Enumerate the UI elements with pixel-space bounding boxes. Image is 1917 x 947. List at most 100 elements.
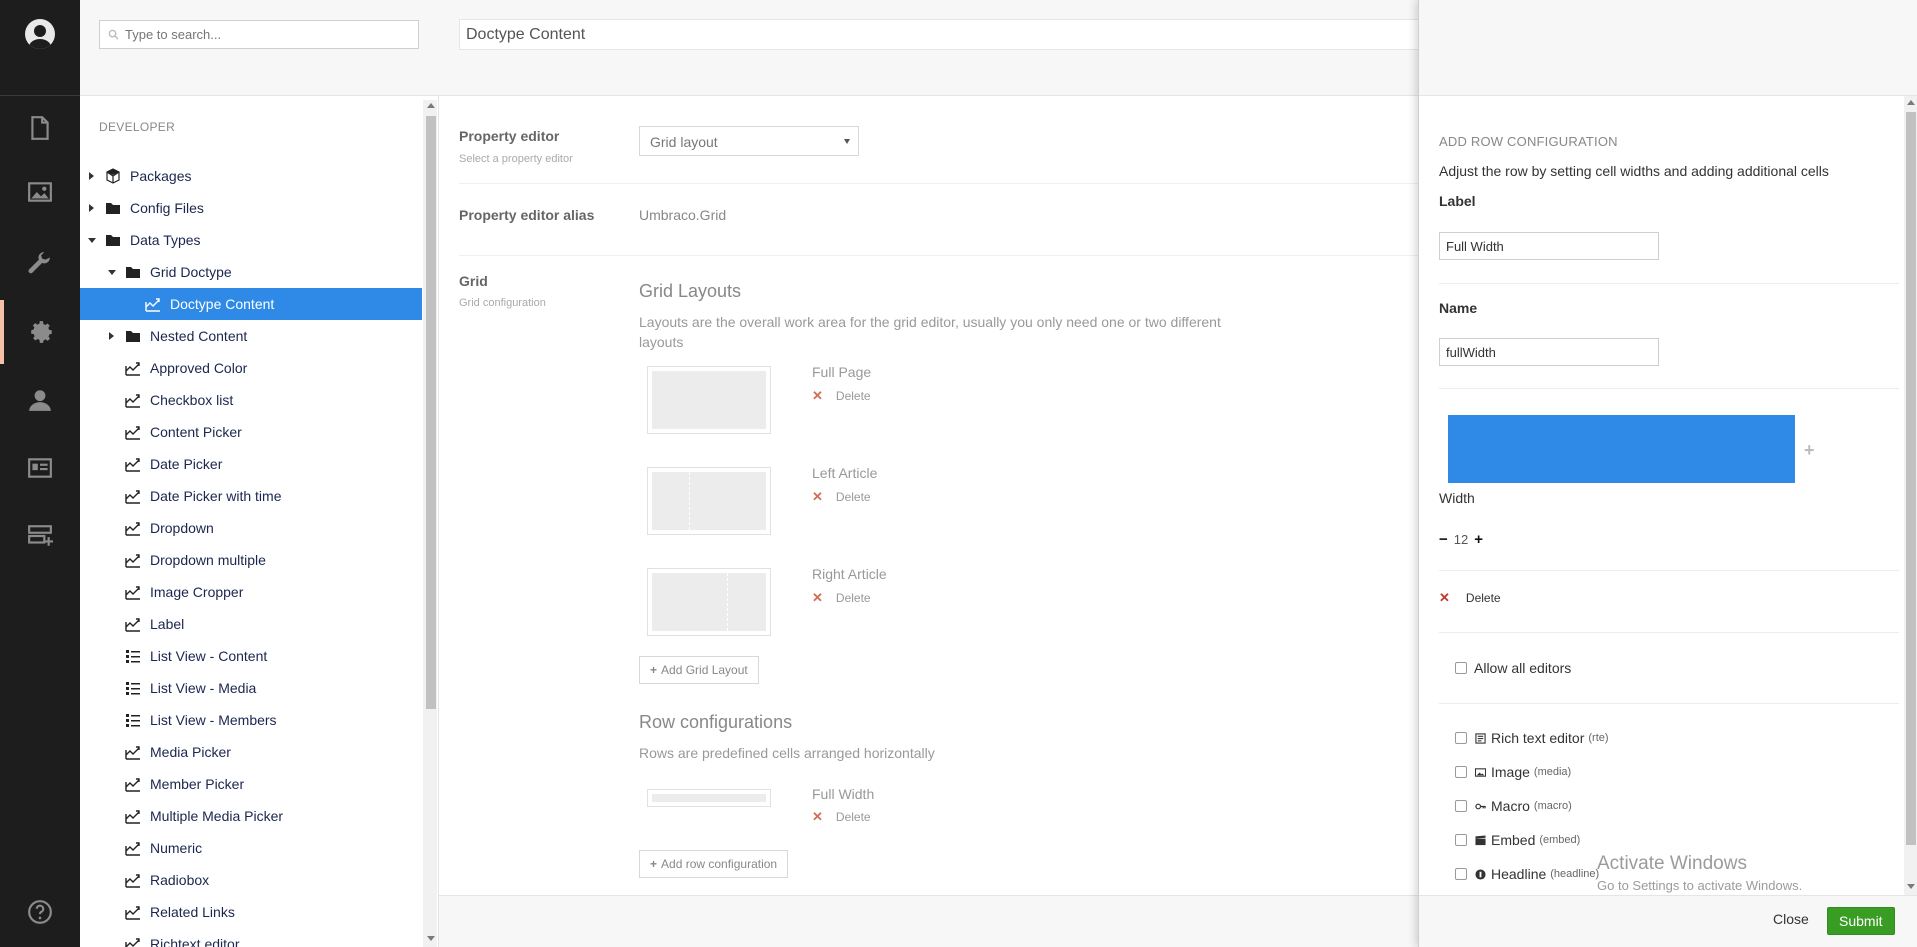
checkbox[interactable] [1455,834,1467,846]
section-settings[interactable] [0,232,80,296]
caret-right-icon[interactable] [89,204,94,212]
row-delete-button[interactable]: ✕ Delete [812,809,871,825]
layout-thumbnail-right-article[interactable] [647,568,771,636]
tree-item[interactable]: Packages [80,160,422,192]
datatype-icon [124,872,142,888]
tree-item[interactable]: Grid Doctype [80,256,422,288]
property-editor-select[interactable]: Grid layout [639,126,859,156]
tree-item[interactable]: Date Picker [80,448,422,480]
cell-delete-button[interactable]: ✕ Delete [1439,590,1501,606]
tree-item[interactable]: Config Files [80,192,422,224]
caret-right-icon[interactable] [89,172,94,180]
dialog-scrollbar[interactable] [1904,96,1917,895]
section-developer[interactable] [0,300,80,364]
dialog-scrollbar-thumb[interactable] [1906,112,1916,845]
row-thumbnail-full-width[interactable] [647,789,771,807]
grid-label: Grid [459,273,488,289]
submit-button[interactable]: Submit [1827,907,1895,935]
scroll-up-arrow-icon[interactable] [427,103,435,108]
section-users[interactable] [0,368,80,432]
tree-item[interactable]: Label [80,608,422,640]
picture-icon [1474,766,1486,778]
editor-alias: (macro) [1533,800,1572,812]
caret-down-icon[interactable] [108,270,116,275]
user-avatar[interactable] [25,19,55,49]
help-button[interactable] [0,880,80,944]
tree-item[interactable]: List View - Content [80,640,422,672]
tree-item[interactable]: List View - Members [80,704,422,736]
caret-down-icon[interactable] [88,238,96,243]
tree-item[interactable]: Date Picker with time [80,480,422,512]
tree-item[interactable]: Numeric [80,832,422,864]
caret-right-icon[interactable] [109,332,114,340]
section-forms[interactable] [0,504,80,568]
tree-item[interactable]: Data Types [80,224,422,256]
scroll-up-arrow-icon[interactable] [1907,100,1915,105]
checkbox[interactable] [1455,766,1467,778]
tree-item[interactable]: Image Cropper [80,576,422,608]
tree-item[interactable]: List View - Media [80,672,422,704]
tree-item[interactable]: Richtext editor [80,928,422,947]
add-grid-layout-button[interactable]: + Add Grid Layout [639,656,759,684]
section-members[interactable] [0,436,80,500]
datatype-icon [124,808,142,824]
tree-item[interactable]: Approved Color [80,352,422,384]
tree-item[interactable]: Related Links [80,896,422,928]
tree-item[interactable]: Dropdown multiple [80,544,422,576]
tree-item[interactable]: Radiobox [80,864,422,896]
row-cell-preview[interactable] [1448,415,1795,483]
layout-delete-button[interactable]: ✕ Delete [812,489,871,505]
tree-item-label: Date Picker [150,456,223,472]
tree-item[interactable]: Media Picker [80,736,422,768]
tree-item-label: Doctype Content [170,296,275,312]
editor-checkbox-row[interactable]: Rich text editor (rte) [1455,730,1609,746]
add-cell-plus-icon[interactable]: + [1804,440,1815,461]
tree-item[interactable]: Content Picker [80,416,422,448]
layout-thumbnail-left-article[interactable] [647,467,771,535]
layout-delete-button[interactable]: ✕ Delete [812,388,871,404]
section-content[interactable] [0,96,80,160]
datatype-icon [124,424,142,440]
editor-alias: (headline) [1550,868,1600,880]
allow-all-editors-checkbox[interactable]: Allow all editors [1455,660,1571,676]
name-field-label: Name [1439,300,1478,316]
layout-delete-button[interactable]: ✕ Delete [812,590,871,606]
datatype-icon [124,488,142,504]
checkbox[interactable] [1455,868,1467,880]
divider [1439,632,1899,633]
tree-item-label: Checkbox list [150,392,234,408]
tree-item[interactable]: Doctype Content [80,288,422,320]
checkbox[interactable] [1455,662,1467,674]
editor-checkbox-row[interactable]: Macro (macro) [1455,798,1572,814]
tree-item[interactable]: Multiple Media Picker [80,800,422,832]
search-input[interactable] [125,27,405,42]
editor-checkbox-row[interactable]: Image (media) [1455,764,1571,780]
layout-thumbnail-full-page[interactable] [647,366,771,434]
editor-checkbox-row[interactable]: Headline (headline) [1455,866,1599,882]
add-row-configuration-button[interactable]: + Add row configuration [639,850,789,878]
tree-item[interactable]: Nested Content [80,320,422,352]
datatype-name-input[interactable]: Doctype Content [459,19,1419,50]
section-media[interactable] [0,160,80,224]
plus-icon[interactable]: + [1474,531,1483,548]
name-field[interactable] [1439,338,1659,366]
scroll-down-arrow-icon[interactable] [1907,884,1915,889]
folder-icon [124,328,142,344]
editor-alias: (rte) [1588,732,1609,744]
tree-scrollbar-thumb[interactable] [426,116,436,709]
checkbox[interactable] [1455,800,1467,812]
checkbox[interactable] [1455,732,1467,744]
label-field[interactable] [1439,232,1659,260]
divider [459,183,1419,184]
tree-item-label: Content Picker [150,424,242,440]
minus-icon[interactable]: − [1439,531,1448,548]
datatype-icon [124,744,142,760]
tree-item[interactable]: Checkbox list [80,384,422,416]
editor-checkbox-row[interactable]: Embed (embed) [1455,832,1580,848]
tree-item[interactable]: Member Picker [80,768,422,800]
tree-item[interactable]: Dropdown [80,512,422,544]
datatype-editor: Doctype Content Property editor Select a… [439,0,1419,947]
close-button[interactable]: Close [1773,911,1809,927]
scroll-down-arrow-icon[interactable] [427,936,435,941]
tree-search[interactable] [99,20,419,49]
